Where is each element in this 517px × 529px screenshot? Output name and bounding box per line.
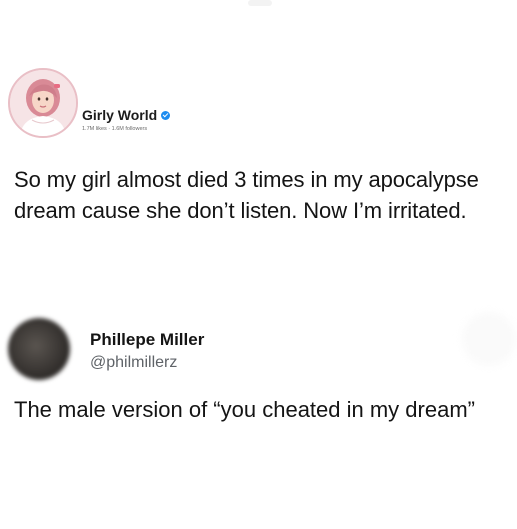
top-edge-mark (248, 0, 272, 6)
post2-account-name[interactable]: Phillepe Miller (90, 330, 204, 350)
post1-name-row: Girly World (82, 107, 171, 123)
background-smudge (462, 312, 516, 366)
post1-body-text: So my girl almost died 3 times in my apo… (14, 167, 479, 223)
meme-screenshot: Girly World 1.7M likes · 1.6M followers … (0, 0, 517, 529)
avatar-illustration (10, 70, 76, 136)
post1-account-name[interactable]: Girly World (82, 107, 157, 123)
phillepe-miller-avatar[interactable] (8, 318, 70, 380)
post2-handle[interactable]: @philmillerz (90, 354, 177, 372)
post1-stats: 1.7M likes · 1.6M followers (82, 126, 148, 132)
girly-world-avatar[interactable] (8, 68, 78, 138)
post2-body-text: The male version of “you cheated in my d… (14, 397, 475, 422)
verified-badge-icon (161, 110, 171, 120)
